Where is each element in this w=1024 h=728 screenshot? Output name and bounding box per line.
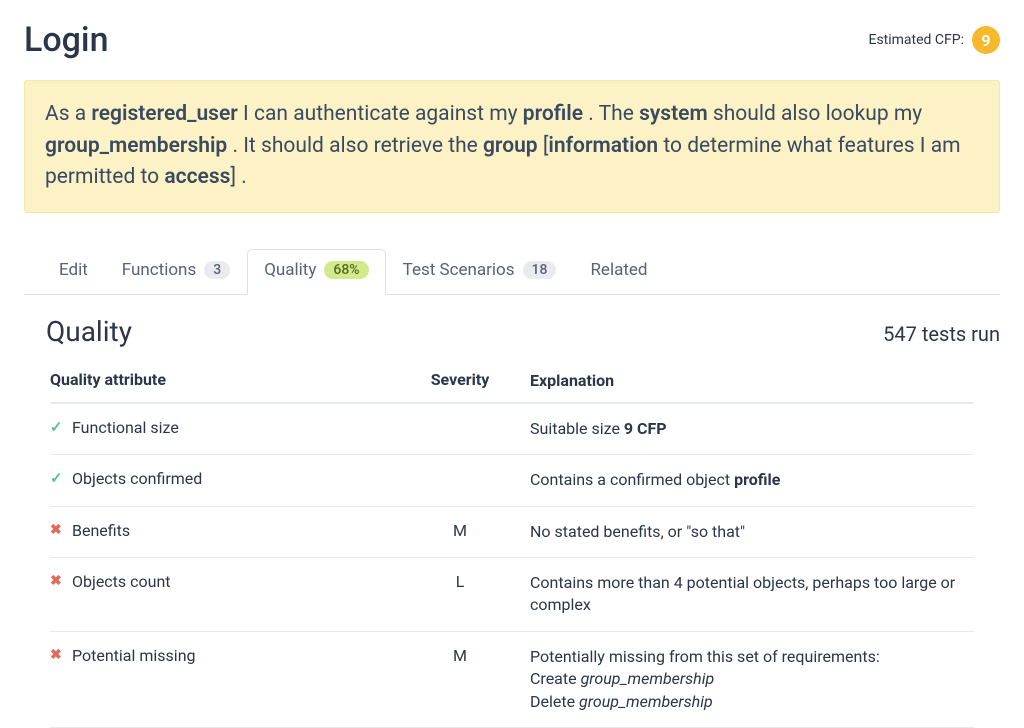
explanation-text: Suitable size 9 CFP [530, 418, 974, 440]
tab-functions[interactable]: Functions 3 [105, 249, 247, 295]
cross-icon: ✖ [50, 646, 64, 664]
attribute-name: Functional size [72, 418, 179, 437]
col-header-explanation: Explanation [530, 370, 974, 392]
cross-icon: ✖ [50, 572, 64, 590]
col-header-severity: Severity [390, 370, 530, 392]
cfp-group: Estimated CFP: 9 [868, 26, 1000, 54]
story-text: [ [538, 134, 549, 158]
severity-value [390, 418, 530, 440]
story-entity: profile [523, 102, 583, 126]
severity-value: L [390, 572, 530, 617]
severity-value: M [390, 521, 530, 543]
table-row: ✓ Functional size Suitable size 9 CFP [50, 404, 974, 455]
tab-label: Edit [59, 260, 88, 280]
story-entity: access [164, 165, 230, 189]
story-text: should also lookup my [708, 102, 923, 126]
story-text: As a [45, 102, 91, 126]
story-entity: group_membership [45, 134, 227, 158]
cfp-badge[interactable]: 9 [972, 26, 1000, 54]
explanation-text: No stated benefits, or "so that" [530, 521, 974, 543]
table-row: ✓ Objects confirmed Contains a confirmed… [50, 455, 974, 506]
tab-label: Test Scenarios [403, 260, 515, 280]
cfp-label: Estimated CFP: [868, 32, 964, 48]
tabs: Edit Functions 3 Quality 68% Test Scenar… [24, 249, 1000, 295]
table-row: ✖ Objects count L Contains more than 4 p… [50, 558, 974, 632]
attribute-name: Potential missing [72, 646, 196, 665]
tab-related[interactable]: Related [573, 249, 664, 295]
explanation-text: Potentially missing from this set of req… [530, 646, 974, 713]
severity-value: M [390, 646, 530, 713]
story-entity: system [639, 102, 708, 126]
attribute-name: Objects count [72, 572, 171, 591]
tab-label: Functions [122, 260, 196, 280]
story-entity: group [483, 134, 538, 158]
page-header: Login Estimated CFP: 9 [24, 20, 1000, 60]
attribute-name: Objects confirmed [72, 469, 202, 488]
story-entity: information [548, 134, 658, 158]
check-icon: ✓ [50, 418, 64, 438]
story-text: . It should also retrieve the [227, 134, 483, 158]
explanation-text: Contains more than 4 potential objects, … [530, 572, 974, 617]
story-text: . The [583, 102, 639, 126]
story-text: ] . [230, 165, 246, 189]
tab-label: Related [590, 260, 647, 280]
tab-count-badge: 18 [523, 261, 557, 279]
col-header-attribute: Quality attribute [50, 370, 390, 392]
user-story: As a registered_user I can authenticate … [24, 80, 1000, 213]
table-header-row: Quality attribute Severity Explanation [50, 360, 974, 404]
page-title: Login [24, 20, 109, 60]
tab-edit[interactable]: Edit [42, 249, 105, 295]
table-row: ✖ Benefits M No stated benefits, or "so … [50, 507, 974, 558]
story-text: I can authenticate against my [238, 102, 523, 126]
tab-label: Quality [264, 260, 316, 280]
check-icon: ✓ [50, 469, 64, 489]
tab-quality[interactable]: Quality 68% [247, 249, 385, 295]
tab-quality-pct-badge: 68% [324, 261, 368, 279]
section-header: Quality 547 tests run [24, 309, 1000, 360]
section-title: Quality [46, 315, 132, 348]
quality-table: Quality attribute Severity Explanation ✓… [24, 360, 1000, 728]
story-entity: registered_user [91, 102, 237, 126]
attribute-name: Benefits [72, 521, 130, 540]
severity-value [390, 469, 530, 491]
tab-count-badge: 3 [204, 261, 230, 279]
tab-test-scenarios[interactable]: Test Scenarios 18 [386, 249, 574, 295]
table-row: ✖ Potential missing M Potentially missin… [50, 632, 974, 728]
cross-icon: ✖ [50, 521, 64, 539]
tests-run-label: 547 tests run [883, 322, 1000, 346]
explanation-text: Contains a confirmed object profile [530, 469, 974, 491]
